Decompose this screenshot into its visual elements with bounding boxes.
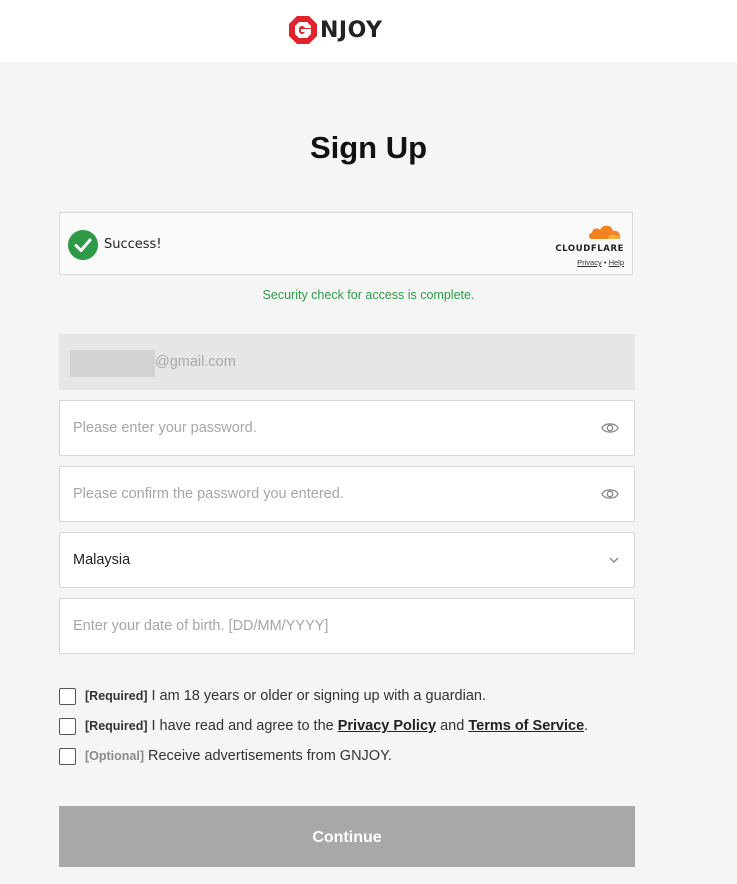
confirm-password-input[interactable]	[73, 467, 593, 521]
date-of-birth-input[interactable]	[73, 599, 593, 653]
link-separator: •	[603, 258, 607, 267]
gnjoy-logo-mark-icon	[289, 16, 317, 44]
top-bar: NJOY	[0, 0, 737, 62]
show-password-eye-icon[interactable]	[601, 419, 619, 437]
page-title: Sign Up	[309, 130, 428, 165]
consent-terms-period: .	[584, 718, 589, 734]
age-checkbox[interactable]	[59, 687, 76, 705]
email-field: @gmail.com	[59, 334, 635, 390]
success-check-icon	[68, 230, 98, 260]
consent-age: [Required] I am 18 years or older or sig…	[59, 686, 486, 706]
cloudflare-turnstile-widget[interactable]: Success! CLOUDFLARE Privacy • Help	[59, 212, 633, 275]
privacy-link[interactable]: Privacy	[577, 258, 602, 267]
cloudflare-links: Privacy • Help	[548, 258, 624, 267]
help-link[interactable]: Help	[609, 258, 624, 267]
email-redacted-block	[70, 350, 155, 377]
country-value: Malaysia	[73, 552, 131, 568]
terms-of-service-link[interactable]: Terms of Service	[468, 718, 584, 734]
password-field[interactable]	[59, 400, 635, 456]
date-of-birth-field[interactable]	[59, 598, 635, 654]
confirm-password-field[interactable]	[59, 466, 635, 522]
consent-terms-text: I have read and agree to the	[151, 718, 334, 734]
optional-tag: [Optional]	[85, 749, 145, 763]
consent-terms-and: and	[440, 718, 465, 734]
gnjoy-logo[interactable]: NJOY	[288, 14, 382, 46]
logo-text: NJOY	[320, 17, 383, 43]
privacy-policy-link[interactable]: Privacy Policy	[338, 718, 436, 734]
required-tag: [Required]	[85, 719, 148, 733]
password-input[interactable]	[73, 401, 593, 455]
country-select[interactable]: Malaysia	[59, 532, 635, 588]
consent-terms: [Required] I have read and agree to the …	[59, 716, 588, 736]
consent-ads-text: Receive advertisements from GNJOY.	[148, 748, 392, 764]
show-confirm-password-eye-icon[interactable]	[601, 485, 619, 503]
consent-age-text: I am 18 years or older or signing up wit…	[151, 688, 487, 704]
email-domain: @gmail.com	[155, 354, 236, 370]
captcha-status: Success!	[104, 237, 162, 252]
terms-checkbox[interactable]	[59, 717, 76, 735]
required-tag: [Required]	[85, 689, 148, 703]
cloudflare-cloud-icon	[589, 225, 621, 239]
consent-ads: [Optional] Receive advertisements from G…	[59, 746, 392, 766]
cloudflare-logo: CLOUDFLARE Privacy • Help	[548, 223, 624, 267]
cloudflare-brand: CLOUDFLARE	[555, 244, 624, 254]
ads-checkbox[interactable]	[59, 747, 76, 765]
chevron-down-icon	[609, 557, 619, 563]
continue-button[interactable]: Continue	[59, 806, 635, 867]
security-check-message: Security check for access is complete.	[262, 288, 475, 302]
